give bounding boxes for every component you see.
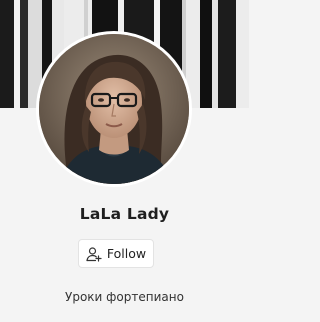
follow-button[interactable]: Follow [78,239,154,268]
avatar[interactable] [36,31,192,187]
profile-description: Уроки фортепиано [65,290,184,304]
profile-card: LaLa Lady Follow Уроки фортепиано [0,0,249,322]
profile-name: LaLa Lady [79,205,170,223]
follow-button-label: Follow [106,246,147,261]
user-plus-icon [86,246,102,262]
